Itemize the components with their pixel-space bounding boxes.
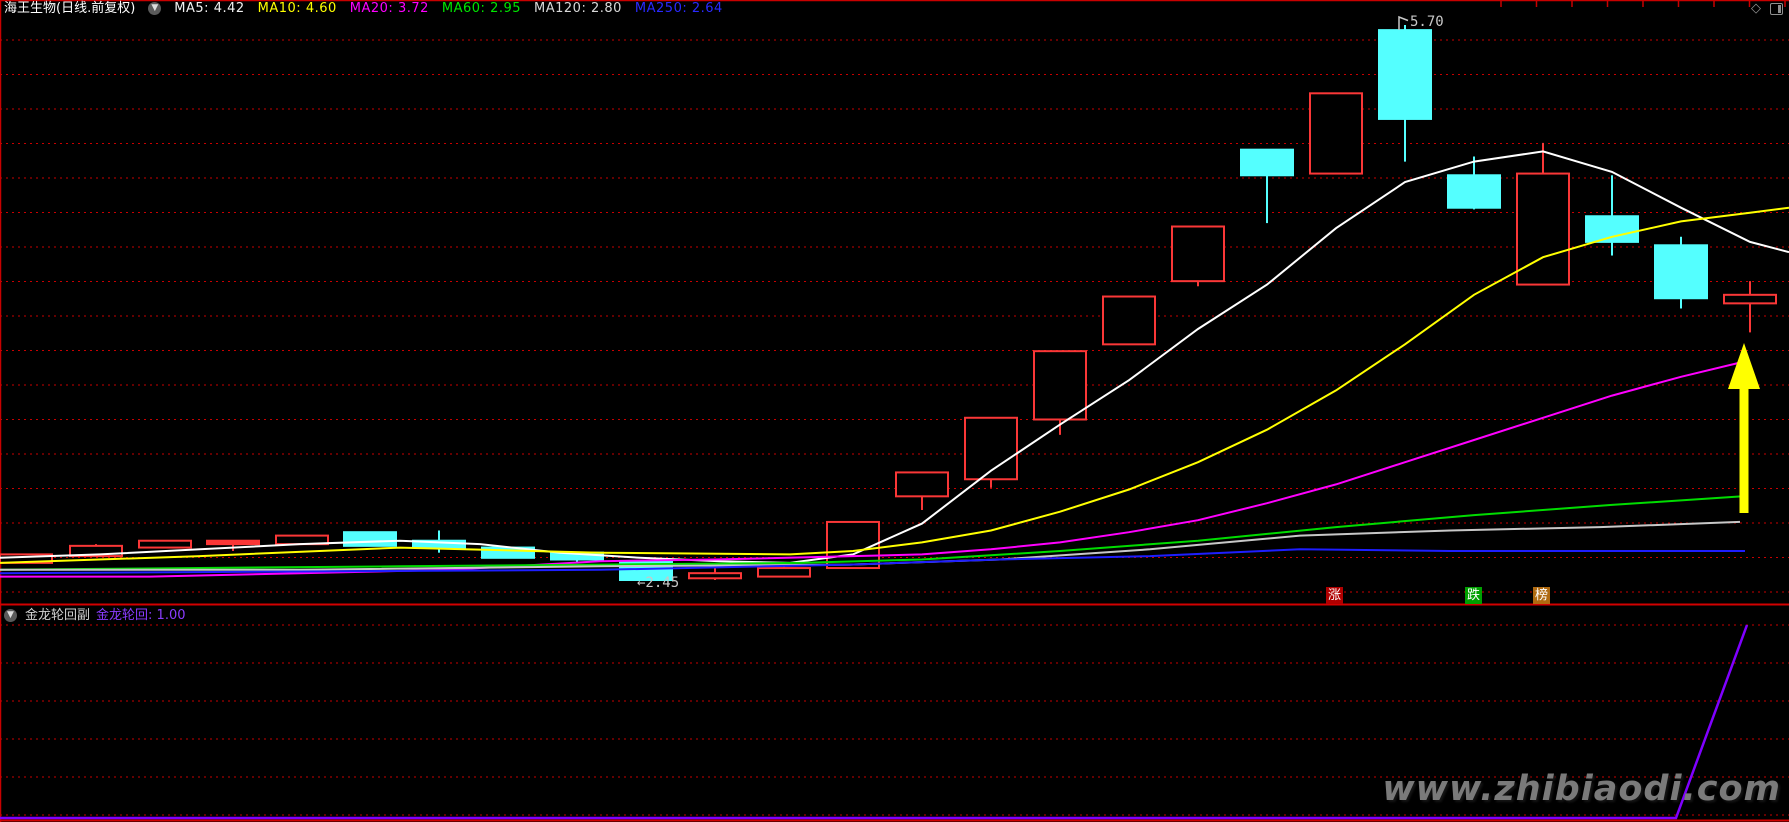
watermark: www.zhibiaodi.com	[1382, 769, 1781, 809]
ma120-value: 2.80	[591, 1, 622, 16]
buy-signal-arrow-head	[1728, 343, 1760, 389]
indicator-value: 1.00	[157, 608, 186, 623]
ma120-label: MA120:	[534, 1, 586, 16]
candle-body	[758, 568, 810, 577]
rank-tag[interactable]: 涨	[1326, 587, 1343, 604]
high-flag-icon	[1399, 17, 1408, 30]
ma20-readout: MA20: 3.72	[350, 0, 429, 17]
candle-body	[1379, 30, 1431, 119]
ma250-label: MA250:	[635, 1, 687, 16]
candle-body	[896, 472, 948, 496]
candle-body	[344, 532, 396, 546]
candle-body	[1586, 216, 1638, 242]
ma60-label: MA60:	[442, 1, 486, 16]
candle-body	[1103, 297, 1155, 345]
ma250-readout: MA250: 2.64	[635, 0, 723, 17]
ma120-readout: MA120: 2.80	[534, 0, 622, 17]
indicator-label: 金龙轮回:	[96, 608, 152, 623]
buy-signal-arrow-shaft	[1740, 385, 1749, 513]
rank-tag[interactable]: 跌	[1465, 587, 1482, 604]
ma10-readout: MA10: 4.60	[258, 0, 337, 17]
candle-body	[1310, 93, 1362, 173]
ma5-readout: MA5: 4.42	[174, 0, 244, 17]
stock-chart-app: 海王生物(日线.前复权) ▼ MA5: 4.42 MA10: 4.60 MA20…	[0, 0, 1789, 822]
candle-body	[207, 541, 259, 544]
candle-body	[1241, 150, 1293, 176]
indicator-panel-title: 金龙轮回副	[25, 607, 90, 624]
ma20-label: MA20:	[350, 1, 394, 16]
high-price-label: 5.70	[1410, 14, 1444, 30]
candle-body	[689, 573, 741, 578]
ma10-value: 4.60	[306, 1, 337, 16]
stock-title: 海王生物(日线.前复权)	[4, 0, 135, 17]
diamond-icon[interactable]: ◇	[1751, 3, 1761, 15]
candle-body	[1172, 227, 1224, 282]
candle-body	[1724, 295, 1776, 304]
ma10-label: MA10:	[258, 1, 302, 16]
rank-tag[interactable]: 榜	[1533, 587, 1550, 604]
candle-body	[1448, 175, 1500, 207]
title-bar: 海王生物(日线.前复权) ▼ MA5: 4.42 MA10: 4.60 MA20…	[4, 0, 723, 17]
candle-body	[1655, 245, 1707, 298]
candle-body	[1034, 351, 1086, 419]
ma5-value: 4.42	[214, 1, 245, 16]
indicator-readout: 金龙轮回: 1.00	[96, 607, 185, 624]
ma5-label: MA5:	[174, 1, 209, 16]
window-controls: ◇	[1751, 3, 1783, 15]
panel-icon[interactable]	[1770, 3, 1783, 15]
low-price-label: ←2.45	[637, 575, 679, 591]
chevron-down-icon[interactable]: ▼	[148, 2, 161, 15]
chevron-down-icon[interactable]: ▼	[4, 609, 17, 622]
main-chart[interactable]	[0, 0, 1789, 822]
ma250-value: 2.64	[692, 1, 723, 16]
ma60-value: 2.95	[490, 1, 521, 16]
ma20-value: 3.72	[398, 1, 429, 16]
indicator-panel-header: ▼ 金龙轮回副 金龙轮回: 1.00	[4, 607, 186, 624]
candle-body	[139, 541, 191, 548]
ma60-readout: MA60: 2.95	[442, 0, 521, 17]
